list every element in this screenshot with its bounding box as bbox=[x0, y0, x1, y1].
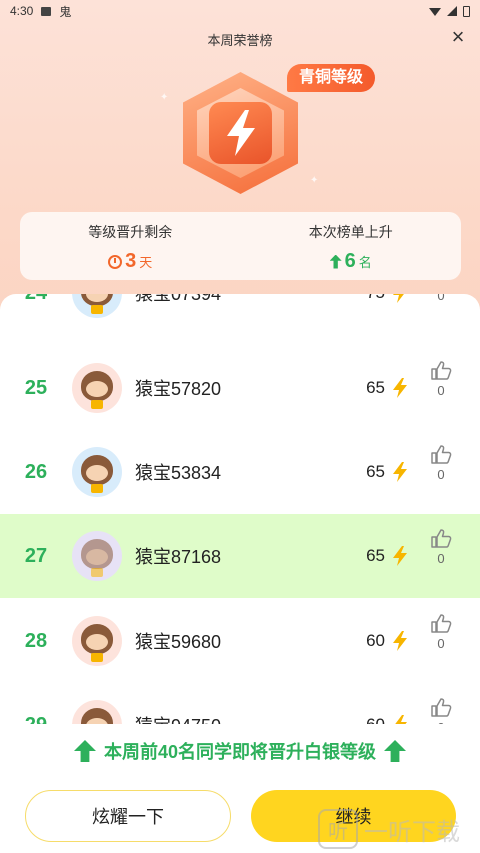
table-row[interactable]: 25 猿宝57820 65 0 bbox=[0, 346, 480, 430]
like-count: 0 bbox=[437, 551, 445, 566]
sparkle-icon: ✦ bbox=[310, 175, 319, 186]
like-count: 0 bbox=[437, 294, 445, 303]
gallery-icon bbox=[41, 6, 52, 16]
watermark-logo: 听 bbox=[318, 809, 358, 849]
like-button[interactable]: 0 bbox=[430, 697, 452, 724]
stat-value: 3 bbox=[125, 250, 137, 272]
avatar bbox=[72, 700, 122, 724]
score: 60 bbox=[345, 715, 385, 724]
wifi-icon bbox=[429, 8, 441, 16]
lightning-icon bbox=[393, 378, 407, 398]
close-button[interactable]: × bbox=[446, 26, 470, 50]
score: 65 bbox=[366, 378, 385, 397]
like-button[interactable]: 0 bbox=[430, 294, 452, 303]
avatar bbox=[72, 294, 122, 318]
rank-number: 24 bbox=[0, 294, 72, 305]
stat-days-remaining: 等级晋升剩余 3 天 bbox=[20, 212, 241, 280]
page-title: 本周荣誉榜 bbox=[207, 33, 273, 48]
table-row[interactable]: 29 猿宝9475060 0 bbox=[0, 683, 480, 724]
app-notification-icon: 鬼 bbox=[59, 4, 72, 19]
stat-label: 等级晋升剩余 bbox=[88, 224, 173, 240]
up-arrow-icon bbox=[384, 740, 407, 762]
table-row[interactable]: 28 猿宝59680 60 0 bbox=[0, 599, 480, 683]
score: 65 bbox=[366, 546, 385, 565]
student-name: 猿宝53834 bbox=[135, 463, 222, 483]
lightning-icon bbox=[393, 546, 407, 566]
like-count: 0 bbox=[430, 720, 452, 724]
thumbs-up-icon bbox=[431, 529, 452, 548]
like-button[interactable]: 0 bbox=[430, 360, 452, 398]
share-button[interactable]: 炫耀一下 bbox=[25, 790, 231, 842]
thumbs-up-icon bbox=[431, 614, 452, 633]
table-row[interactable]: 24 猿宝07394 75 0 bbox=[0, 294, 480, 335]
level-badge bbox=[183, 72, 298, 194]
stat-unit: 天 bbox=[139, 255, 153, 270]
like-count: 0 bbox=[437, 383, 445, 398]
table-row[interactable]: 27 猿宝87168 65 0 bbox=[0, 514, 480, 598]
sparkle-icon: ✦ bbox=[160, 92, 169, 103]
status-bar: 4:30 鬼 bbox=[0, 0, 480, 22]
signal-icon bbox=[447, 6, 457, 16]
score: 65 bbox=[366, 462, 385, 481]
student-name: 猿宝07394 bbox=[135, 294, 222, 304]
thumbs-up-icon bbox=[431, 698, 452, 717]
lightning-icon bbox=[395, 715, 407, 724]
rank-number: 26 bbox=[24, 460, 48, 483]
student-name: 猿宝94750 bbox=[135, 712, 345, 724]
student-name: 猿宝57820 bbox=[135, 379, 222, 399]
battery-icon bbox=[463, 5, 470, 17]
avatar bbox=[72, 363, 122, 413]
thumbs-up-icon bbox=[431, 361, 452, 380]
status-time: 4:30 bbox=[10, 4, 34, 18]
lightning-icon bbox=[227, 110, 255, 156]
score: 75 bbox=[345, 294, 385, 303]
student-name: 猿宝59680 bbox=[135, 632, 222, 652]
stat-unit: 名 bbox=[358, 255, 372, 270]
score: 60 bbox=[366, 631, 385, 650]
notice-text: 本周前40名同学即将晋升白银等级 bbox=[103, 742, 377, 762]
like-count: 0 bbox=[437, 467, 445, 482]
up-arrow-icon bbox=[73, 740, 96, 762]
like-button[interactable]: 0 bbox=[430, 528, 452, 566]
stat-value: 6 bbox=[344, 250, 356, 272]
avatar bbox=[72, 447, 122, 497]
watermark: 听 一听下载 bbox=[318, 808, 460, 850]
stats-card: 等级晋升剩余 3 天 本次榜单上升 6 名 bbox=[20, 212, 461, 280]
lightning-icon bbox=[393, 631, 407, 651]
rank-number: 25 bbox=[24, 376, 48, 399]
like-button[interactable]: 0 bbox=[430, 444, 452, 482]
stat-rank-rise: 本次榜单上升 6 名 bbox=[241, 212, 462, 280]
thumbs-up-icon bbox=[431, 445, 452, 464]
avatar bbox=[72, 531, 122, 581]
table-row[interactable]: 26 猿宝53834 65 0 bbox=[0, 430, 480, 514]
promotion-notice: 本周前40名同学即将晋升白银等级 bbox=[0, 733, 480, 769]
lightning-icon bbox=[393, 462, 407, 482]
ranking-list[interactable]: 24 猿宝07394 75 0 25 猿宝57820 65 0 26 猿宝53834 65 0 27 猿宝… bbox=[0, 294, 480, 724]
rank-number: 28 bbox=[24, 629, 48, 652]
avatar bbox=[72, 616, 122, 666]
lightning-icon bbox=[393, 294, 404, 303]
watermark-text: 一听下载 bbox=[364, 818, 460, 846]
like-button[interactable]: 0 bbox=[430, 613, 452, 651]
up-arrow-icon bbox=[329, 254, 342, 269]
like-count: 0 bbox=[437, 636, 445, 651]
student-name: 猿宝87168 bbox=[135, 547, 222, 567]
stat-label: 本次榜单上升 bbox=[308, 224, 393, 240]
clock-icon bbox=[108, 254, 123, 269]
rank-number: 27 bbox=[24, 544, 48, 567]
rank-number: 29 bbox=[0, 714, 72, 725]
level-label: 青铜等级 bbox=[287, 64, 376, 92]
